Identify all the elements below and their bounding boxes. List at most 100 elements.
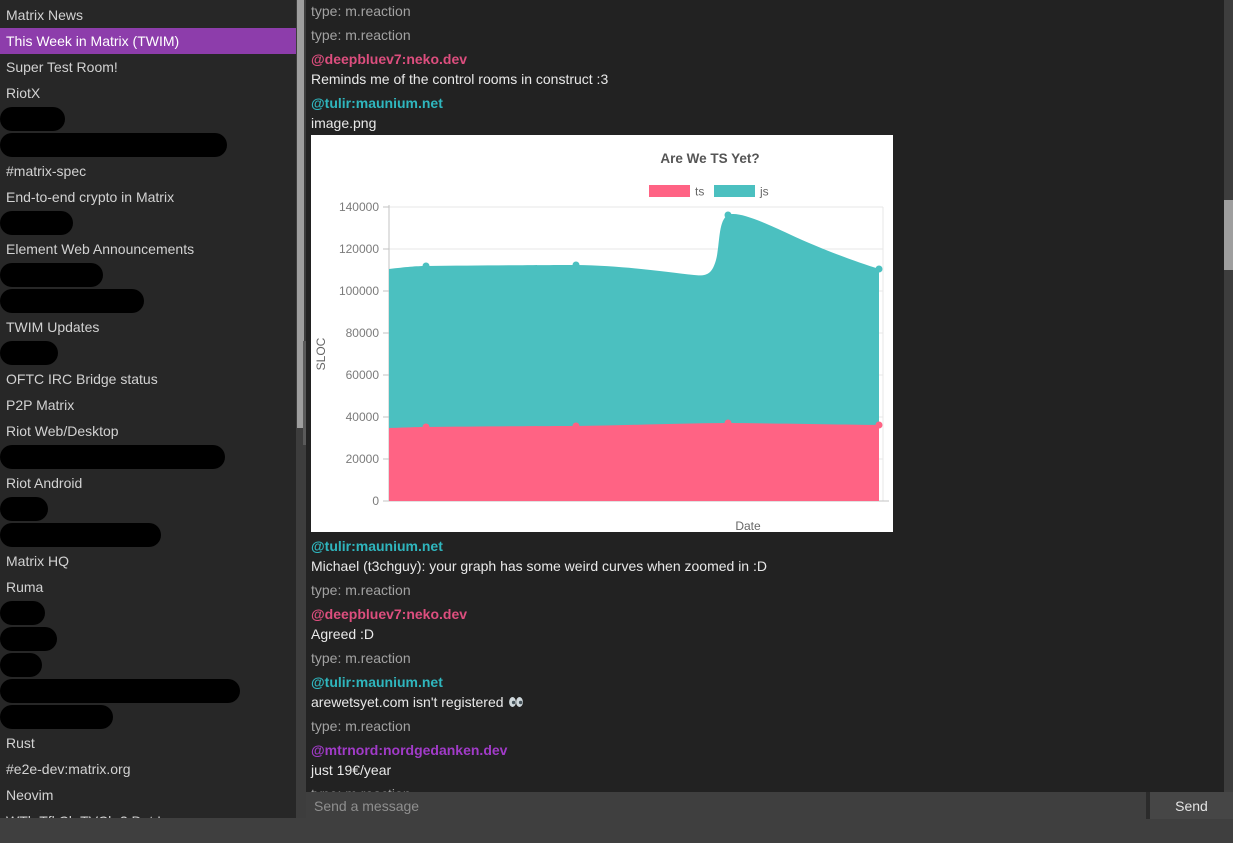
room-item-redacted[interactable]: [0, 132, 296, 158]
room-item[interactable]: Riot Web/Desktop: [0, 418, 296, 444]
room-item-redacted[interactable]: [0, 626, 296, 652]
redaction-mark: [0, 705, 113, 729]
room-item[interactable]: #matrix-spec: [0, 158, 296, 184]
redaction-mark: [0, 341, 58, 365]
message-list: type: m.reaction type: m.reaction @deepblu…: [306, 1, 1224, 804]
room-item[interactable]: This Week in Matrix (TWIM): [0, 28, 296, 54]
chat-scrollbar[interactable]: [1224, 0, 1233, 790]
room-item[interactable]: OFTC IRC Bridge status: [0, 366, 296, 392]
room-item[interactable]: #e2e-dev:matrix.org: [0, 756, 296, 782]
room-item[interactable]: Matrix HQ: [0, 548, 296, 574]
room-item[interactable]: Neovim: [0, 782, 296, 808]
message-meta: type: m.reaction: [311, 716, 1224, 736]
message-sender[interactable]: @deepbluev7:neko.dev: [311, 604, 1224, 624]
room-item[interactable]: Matrix News: [0, 2, 296, 28]
room-label: #matrix-spec: [0, 163, 86, 179]
room-item[interactable]: Element Web Announcements: [0, 236, 296, 262]
redaction-mark: [0, 601, 45, 625]
room-label: Rust: [0, 735, 35, 751]
room-label: Element Web Announcements: [0, 241, 194, 257]
room-label: TWIM Updates: [0, 319, 99, 335]
message-sender[interactable]: @tulir:maunium.net: [311, 536, 1224, 556]
message-text: Michael (t3chguy): your graph has some w…: [311, 556, 1224, 576]
room-item[interactable]: TWIM Updates: [0, 314, 296, 340]
room-item-redacted[interactable]: [0, 444, 296, 470]
svg-text:40000: 40000: [346, 410, 380, 424]
message-text: just 19€/year: [311, 760, 1224, 780]
send-button[interactable]: Send: [1150, 792, 1233, 819]
message-text: image.png: [311, 113, 1224, 133]
svg-text:80000: 80000: [346, 326, 380, 340]
svg-text:140000: 140000: [339, 200, 379, 214]
room-item-redacted[interactable]: [0, 106, 296, 132]
room-item[interactable]: End-to-end crypto in Matrix: [0, 184, 296, 210]
svg-text:120000: 120000: [339, 242, 379, 256]
room-list: Matrix News This Week in Matrix (TWIM) Sup…: [0, 0, 296, 818]
redaction-mark: [0, 497, 48, 521]
message-meta: type: m.reaction: [311, 580, 1224, 600]
legend-swatch-js[interactable]: [714, 185, 755, 197]
redaction-mark: [0, 211, 73, 235]
room-label: OFTC IRC Bridge status: [0, 371, 158, 387]
chat-scrollbar-thumb[interactable]: [1224, 200, 1233, 270]
message-sender[interactable]: @tulir:maunium.net: [311, 672, 1224, 692]
svg-text:60000: 60000: [346, 368, 380, 382]
room-item-redacted[interactable]: [0, 678, 296, 704]
room-label: RiotX: [0, 85, 40, 101]
redaction-mark: [0, 445, 225, 469]
redaction-mark: [0, 289, 144, 313]
message-sender[interactable]: @deepbluev7:neko.dev: [311, 49, 1224, 69]
message-text: arewetsyet.com isn't registered: [311, 692, 1224, 712]
room-item-redacted[interactable]: [0, 288, 296, 314]
room-label: Neovim: [0, 787, 53, 803]
legend-label-js[interactable]: js: [759, 185, 769, 199]
message-sender[interactable]: @mtrnord:nordgedanken.dev: [311, 740, 1224, 760]
room-item[interactable]: Super Test Room!: [0, 54, 296, 80]
room-label: P2P Matrix: [0, 397, 74, 413]
redaction-mark: [0, 133, 227, 157]
room-item[interactable]: RiotX: [0, 80, 296, 106]
room-item-redacted[interactable]: [0, 496, 296, 522]
room-item[interactable]: Ruma: [0, 574, 296, 600]
room-item[interactable]: WTh Tfl Ch TVCh ? Dnt L: [0, 808, 296, 818]
svg-text:20000: 20000: [346, 452, 380, 466]
room-item-redacted[interactable]: [0, 262, 296, 288]
redaction-mark: [0, 679, 240, 703]
chart-image[interactable]: Are We TS Yet? ts js 140000 120000 10000…: [311, 135, 893, 532]
room-item-redacted[interactable]: [0, 340, 296, 366]
matrix-client-window: Matrix News This Week in Matrix (TWIM) Sup…: [0, 0, 1233, 843]
room-label: Riot Android: [0, 475, 82, 491]
room-item-redacted[interactable]: [0, 600, 296, 626]
message-meta: type: m.reaction: [311, 648, 1224, 668]
room-label: #e2e-dev:matrix.org: [0, 761, 131, 777]
room-label: Matrix HQ: [0, 553, 69, 569]
chart-area-ts: [389, 423, 879, 501]
room-item[interactable]: Rust: [0, 730, 296, 756]
chat-timeline: type: m.reaction type: m.reaction @deepblu…: [306, 0, 1224, 818]
message-meta: type: m.reaction: [311, 1, 1224, 21]
room-item-redacted[interactable]: [0, 522, 296, 548]
legend-swatch-ts[interactable]: [649, 185, 690, 197]
legend-label-ts[interactable]: ts: [695, 185, 704, 199]
message-sender[interactable]: @tulir:maunium.net: [311, 93, 1224, 113]
redaction-mark: [0, 653, 42, 677]
room-sidebar: Matrix News This Week in Matrix (TWIM) Sup…: [0, 0, 296, 818]
redaction-mark: [0, 523, 161, 547]
redaction-mark: [0, 627, 57, 651]
message-text: Agreed :D: [311, 624, 1224, 644]
room-label: End-to-end crypto in Matrix: [0, 189, 174, 205]
message-text: Reminds me of the control rooms in const…: [311, 69, 1224, 89]
y-axis-ticks: 140000 120000 100000 80000 60000 40000 2…: [339, 200, 379, 508]
svg-text:100000: 100000: [339, 284, 379, 298]
room-item-redacted[interactable]: [0, 652, 296, 678]
room-item-redacted[interactable]: [0, 704, 296, 730]
x-axis-title: Date: [735, 519, 761, 532]
y-axis-title: SLOC: [314, 337, 328, 370]
message-input[interactable]: [306, 792, 1146, 819]
sidebar-scrollbar[interactable]: [296, 0, 306, 818]
room-label: This Week in Matrix (TWIM): [0, 33, 179, 49]
room-item-redacted[interactable]: [0, 210, 296, 236]
room-item[interactable]: P2P Matrix: [0, 392, 296, 418]
room-item[interactable]: Riot Android: [0, 470, 296, 496]
eyes-emoji: [508, 693, 524, 713]
